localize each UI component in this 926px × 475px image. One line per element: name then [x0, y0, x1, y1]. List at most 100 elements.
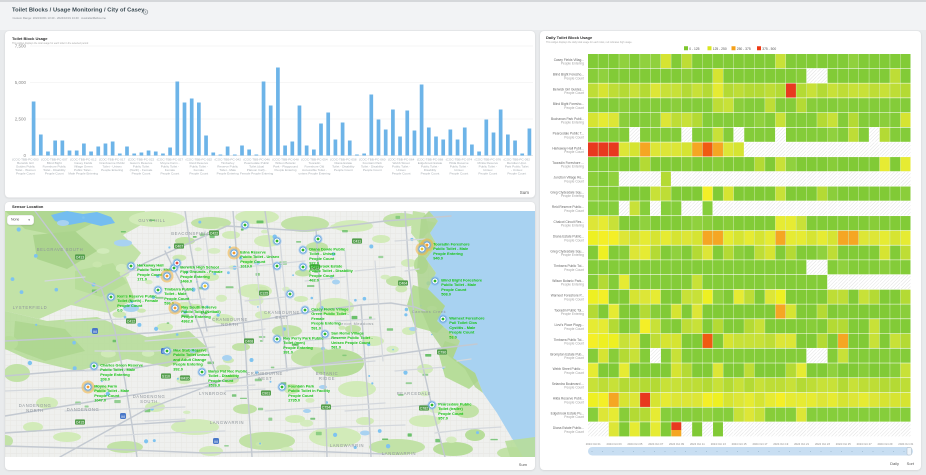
svg-text:People Entering: People Entering	[561, 312, 584, 316]
svg-text:2024 Oct 31: 2024 Oct 31	[898, 442, 913, 446]
svg-text:LYSTERFIELD: LYSTERFIELD	[13, 305, 47, 310]
svg-text:This widget displays the daily: This widget displays the daily total usa…	[546, 41, 633, 44]
svg-text:1526.0: 1526.0	[208, 383, 220, 388]
svg-text:957.0: 957.0	[438, 416, 448, 421]
svg-text:C422: C422	[210, 232, 219, 236]
svg-text:People Count: People Count	[363, 168, 382, 172]
svg-text:PEARCEDALE: PEARCEDALE	[397, 391, 431, 396]
svg-text:250 - 375: 250 - 375	[737, 47, 751, 51]
svg-text:M: M	[121, 414, 124, 419]
svg-text:People Count: People Count	[564, 297, 584, 301]
svg-text:People Count: People Count	[334, 168, 353, 172]
svg-text:2024 Oct 19: 2024 Oct 19	[773, 442, 788, 446]
svg-text:LYNBROOK: LYNBROOK	[199, 391, 227, 396]
svg-text:208.0: 208.0	[100, 377, 110, 382]
svg-text:People Count: People Count	[564, 179, 584, 183]
svg-text:People Count: People Count	[507, 171, 526, 175]
svg-text:2024 Oct 11: 2024 Oct 11	[690, 442, 705, 446]
svg-text:2024 Oct 21: 2024 Oct 21	[794, 442, 809, 446]
svg-text:Daily: Daily	[890, 461, 899, 466]
svg-text:125 - 250: 125 - 250	[713, 47, 727, 51]
svg-text:C413: C413	[76, 256, 85, 260]
svg-text:C782: C782	[420, 407, 429, 411]
svg-text:People Count: People Count	[564, 238, 584, 242]
svg-text:2024 Oct 07: 2024 Oct 07	[648, 442, 663, 446]
svg-text:53.0: 53.0	[449, 334, 457, 339]
svg-text:2024 Oct 13: 2024 Oct 13	[711, 442, 726, 446]
svg-text:Devon Meadows: Devon Meadows	[338, 322, 374, 326]
svg-text:5,000: 5,000	[15, 80, 27, 85]
svg-text:People Entering: People Entering	[101, 168, 123, 172]
svg-text:2024 Oct 25: 2024 Oct 25	[836, 442, 851, 446]
svg-text:People Entering: People Entering	[561, 121, 584, 125]
svg-text:C404: C404	[399, 282, 408, 286]
svg-text:People Count: People Count	[564, 415, 584, 419]
svg-text:375 - 500: 375 - 500	[762, 47, 776, 51]
svg-text:People Entering: People Entering	[561, 253, 584, 257]
svg-text:581.0: 581.0	[331, 345, 341, 350]
svg-text:People Entering: People Entering	[561, 62, 584, 66]
svg-text:People Count: People Count	[564, 371, 584, 375]
svg-text:4362.0: 4362.0	[181, 319, 193, 324]
svg-text:NORTH: NORTH	[221, 322, 239, 327]
svg-text:People Count: People Count	[564, 400, 584, 404]
svg-text:People Entering: People Entering	[561, 194, 584, 198]
svg-text:Female People Entering: Female People Entering	[240, 171, 273, 175]
svg-text:508.0: 508.0	[441, 292, 451, 297]
svg-text:Daily Toilet Block Usage: Daily Toilet Block Usage	[546, 35, 593, 40]
svg-text:Cannons Creek: Cannons Creek	[412, 310, 446, 314]
svg-text:M: M	[214, 439, 217, 444]
svg-text:People Count: People Count	[564, 91, 584, 95]
svg-text:Toilet Block Usage: Toilet Block Usage	[12, 36, 48, 41]
svg-text:People Count: People Count	[564, 386, 584, 390]
svg-text:People Count: People Count	[161, 171, 180, 175]
svg-text:People Count: People Count	[564, 356, 584, 360]
svg-text:2024 Oct 29: 2024 Oct 29	[877, 442, 892, 446]
svg-text:People Count: People Count	[421, 171, 440, 175]
svg-text:unisex People Entering: unisex People Entering	[298, 171, 330, 175]
svg-text:People Count: People Count	[564, 327, 584, 331]
svg-text:0 - 125: 0 - 125	[689, 47, 699, 51]
svg-text:2024 Oct 27: 2024 Oct 27	[857, 442, 872, 446]
svg-text:2024 Oct 17: 2024 Oct 17	[752, 442, 767, 446]
svg-text:LANGWARRIN: LANGWARRIN	[210, 420, 244, 425]
svg-text:SOUTH: SOUTH	[140, 399, 158, 404]
svg-text:S110: S110	[162, 375, 170, 379]
svg-text:2024 Oct 23: 2024 Oct 23	[815, 442, 830, 446]
svg-text:People Count: People Count	[450, 171, 469, 175]
svg-text:People Count: People Count	[564, 135, 584, 139]
svg-text:1466.0: 1466.0	[180, 279, 192, 284]
svg-text:7,500: 7,500	[15, 44, 27, 49]
svg-text:People Count: People Count	[564, 268, 584, 272]
svg-text:People Entering: People Entering	[274, 168, 296, 172]
svg-text:C125: C125	[260, 292, 269, 296]
svg-text:591.0: 591.0	[311, 325, 321, 330]
svg-text:People Count: People Count	[564, 209, 584, 213]
svg-text:LANGWARRIN: LANGWARRIN	[330, 443, 364, 448]
svg-text:171.0: 171.0	[137, 277, 147, 282]
svg-text:M: M	[93, 329, 96, 334]
svg-text:Sort: Sort	[907, 461, 915, 466]
svg-text:C754: C754	[322, 406, 331, 410]
svg-text:462.0: 462.0	[309, 278, 319, 283]
svg-text:People Count: People Count	[16, 171, 35, 175]
svg-text:2024 Oct 03: 2024 Oct 03	[607, 442, 622, 446]
svg-text:Sum: Sum	[520, 190, 530, 195]
svg-text:People Count: People Count	[132, 171, 151, 175]
svg-text:RIDGE: RIDGE	[319, 376, 335, 381]
svg-text:People Entering: People Entering	[561, 283, 584, 287]
svg-text:C415: C415	[76, 421, 85, 425]
svg-text:392.0: 392.0	[173, 366, 183, 371]
svg-text:2,500: 2,500	[15, 117, 27, 122]
svg-text:1019.0: 1019.0	[240, 264, 252, 269]
svg-text:People Entering: People Entering	[561, 165, 584, 169]
svg-text:EAST: EAST	[275, 315, 288, 320]
svg-text:C790: C790	[438, 351, 447, 355]
svg-text:People Count: People Count	[564, 106, 584, 110]
svg-text:People Count: People Count	[392, 171, 411, 175]
svg-text:C412: C412	[127, 320, 136, 324]
svg-text:2024 Oct 09: 2024 Oct 09	[669, 442, 684, 446]
svg-text:People Count: People Count	[564, 76, 584, 80]
svg-text:391.0: 391.0	[283, 350, 293, 355]
svg-text:Male People Entering: Male People Entering	[68, 171, 98, 175]
